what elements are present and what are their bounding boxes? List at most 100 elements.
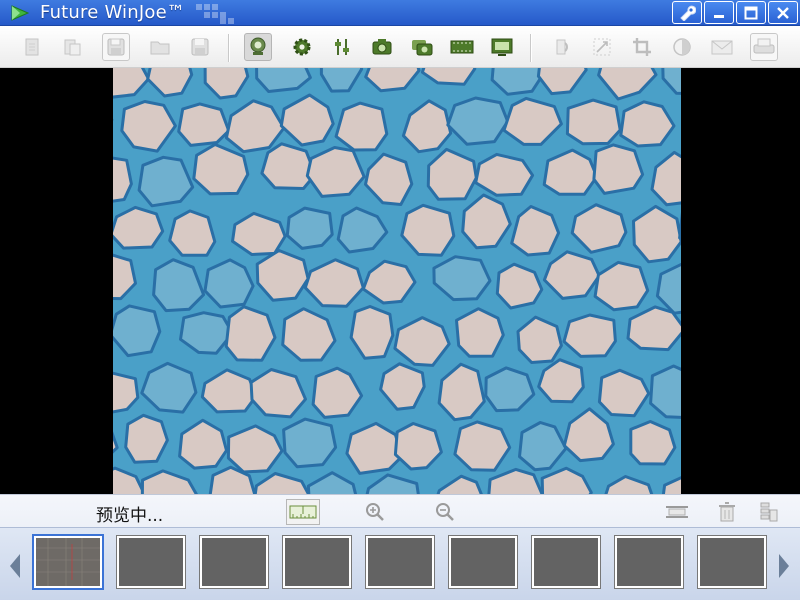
scroll-left-button[interactable] (6, 546, 24, 586)
resize-button[interactable] (588, 33, 616, 61)
tools-button[interactable] (672, 1, 702, 24)
print-icon (753, 38, 775, 54)
app-logo-icon (11, 5, 30, 21)
cell-shape (562, 313, 617, 358)
delete-all-button[interactable] (752, 499, 786, 525)
thumbnail-item[interactable] (116, 535, 186, 589)
bottom-panel: 预览中... (0, 494, 800, 600)
cell-shape (113, 205, 165, 250)
rotate-icon (556, 39, 568, 55)
delete-button[interactable] (710, 499, 744, 525)
resize-icon (593, 38, 611, 56)
monitor-capture-icon (491, 38, 513, 56)
chevron-right-icon (779, 554, 789, 578)
maximize-icon (744, 6, 758, 19)
thumbnail-item[interactable] (531, 535, 601, 589)
cell-shape (203, 258, 255, 309)
thumbnail-item[interactable] (199, 535, 269, 589)
zoom-in-icon (366, 503, 384, 521)
close-icon (777, 6, 789, 19)
thumbnail-item[interactable] (282, 535, 352, 589)
cell-shape (282, 417, 338, 469)
zoom-in-button[interactable] (358, 499, 392, 525)
minimize-button[interactable] (704, 1, 734, 24)
cell-shape (334, 101, 389, 152)
film-strip-icon (450, 40, 474, 54)
close-button[interactable] (768, 1, 798, 24)
new-icon (25, 38, 39, 56)
thumbnail-strip (0, 527, 800, 600)
preview-area[interactable] (0, 68, 800, 496)
new-button[interactable] (18, 33, 46, 61)
toolbar (0, 26, 800, 68)
open-folder-icon (150, 41, 170, 55)
record-video-button[interactable] (448, 33, 476, 61)
save-button[interactable] (186, 33, 214, 61)
cell-shape (474, 152, 535, 197)
window-title: Future WinJoe™ (40, 2, 186, 23)
zoom-out-icon (436, 503, 454, 521)
cell-shape (249, 368, 307, 419)
fit-width-button[interactable] (660, 499, 694, 525)
delete-icon (719, 502, 735, 522)
title-bar[interactable]: Future WinJoe™ (0, 0, 800, 26)
fit-width-icon (666, 506, 688, 518)
email-icon (711, 40, 733, 55)
chevron-left-icon (10, 554, 20, 578)
crop-icon (633, 38, 651, 56)
ruler-icon (289, 505, 317, 519)
toolbar-separator (228, 34, 230, 62)
cell-shape (113, 304, 162, 358)
cell-shape (285, 206, 334, 250)
microscope-cell-preview (113, 68, 681, 496)
save-as-icon (107, 38, 125, 56)
webcam-button[interactable] (244, 33, 272, 61)
cell-shape (260, 142, 317, 190)
zoom-out-button[interactable] (428, 499, 462, 525)
toolbar-separator (530, 34, 532, 62)
thumbnail-item[interactable] (32, 534, 104, 590)
adjust-sliders-icon (335, 39, 349, 55)
microscope-image (113, 68, 681, 496)
paste-icon (64, 39, 81, 56)
open-folder-button[interactable] (146, 33, 174, 61)
cell-shape (224, 305, 277, 362)
maximize-button[interactable] (736, 1, 766, 24)
ruler-button[interactable] (286, 499, 320, 525)
camera-icon (372, 39, 392, 55)
save-as-button[interactable] (102, 33, 130, 61)
screen-capture-button[interactable] (488, 33, 516, 61)
webcam-icon (250, 37, 266, 55)
cell-shape (168, 209, 217, 257)
cell-shape (629, 420, 677, 466)
thumbnail-image (36, 538, 100, 586)
capture-button[interactable] (368, 33, 396, 61)
cell-shape (177, 102, 231, 147)
cell-shape (255, 249, 310, 302)
minimize-icon (714, 14, 724, 18)
settings-gear-icon (293, 38, 311, 56)
contrast-button[interactable] (668, 33, 696, 61)
settings-button[interactable] (288, 33, 316, 61)
crop-button[interactable] (628, 33, 656, 61)
email-button[interactable] (708, 33, 736, 61)
cell-shape (592, 143, 645, 195)
contrast-icon (673, 38, 691, 56)
status-text: 预览中... (96, 506, 164, 526)
print-button[interactable] (750, 33, 778, 61)
thumbnail-item[interactable] (448, 535, 518, 589)
thumbnail-item[interactable] (697, 535, 767, 589)
paste-button[interactable] (58, 33, 86, 61)
scroll-right-button[interactable] (775, 546, 793, 586)
cell-shape (124, 413, 169, 464)
adjust-button[interactable] (328, 33, 356, 61)
cell-shape (455, 307, 505, 358)
thumbnail-item[interactable] (365, 535, 435, 589)
thumbnail-item[interactable] (614, 535, 684, 589)
rotate-button[interactable] (548, 33, 576, 61)
save-icon (191, 38, 209, 56)
multi-capture-button[interactable] (408, 33, 436, 61)
multi-camera-icon (412, 40, 433, 56)
wrench-icon (680, 5, 696, 21)
delete-all-icon (760, 502, 778, 522)
